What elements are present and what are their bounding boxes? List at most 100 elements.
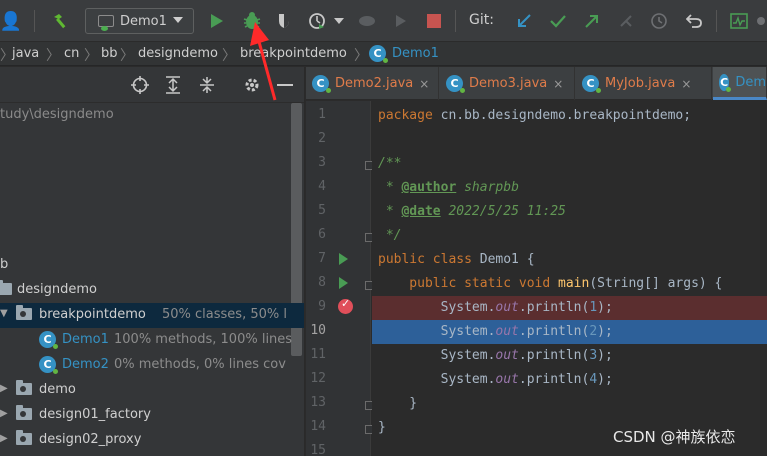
close-icon[interactable]: × [419,77,429,91]
chevron-right-icon[interactable]: ▶ [0,383,8,394]
breadcrumb-item[interactable]: bb [101,46,118,61]
line-number: 2 [318,131,326,146]
chevron-right-icon[interactable]: ▶ [0,433,8,444]
package-folder-icon [16,430,32,445]
attach-debugger-icon[interactable] [355,0,379,42]
run-method-gutter-icon[interactable] [339,277,348,289]
javadoc-close: */ [378,228,402,243]
breakpoint-icon[interactable] [338,297,353,314]
breadcrumb-item[interactable]: java [12,46,39,61]
stop-icon[interactable] [424,0,444,42]
tree-item-design02-proxy[interactable]: ▶ design02_proxy [0,428,290,453]
number-literal: 4 [589,372,598,387]
line-number: 7 [318,251,326,266]
javadoc-prefix: * [378,180,402,195]
close-icon[interactable]: × [553,77,563,91]
toolbar-divider [716,10,717,32]
tree-item-demo[interactable]: ▶ demo [0,378,290,403]
class-icon: C [39,331,58,349]
git-fetch-icon[interactable] [615,0,637,42]
locate-file-icon[interactable] [128,73,152,97]
line-number: 13 [310,395,326,410]
method-close-brace: } [378,396,418,411]
user-icon[interactable]: 👤 [0,0,22,42]
run-icon[interactable] [206,0,228,42]
expand-all-icon[interactable] [161,73,185,97]
code-line: } [372,392,767,416]
run-configuration-selector[interactable]: Demo1 [85,8,194,34]
line-number: 15 [310,443,326,456]
static-field: out [495,324,519,339]
class-icon: C [719,73,732,92]
tree-item-demo2[interactable]: C Demo2 0% methods, 0% lines cov [0,353,290,378]
rollback-icon[interactable] [683,0,705,42]
chevron-right-icon[interactable]: ▶ [0,408,8,419]
activity-monitor-icon[interactable] [728,0,750,42]
line-number: 6 [318,227,326,242]
line-number: 12 [310,371,326,386]
tab-demo1-java-active[interactable]: C Dem [713,67,767,100]
code-text: .println( [518,348,590,363]
tree-item-design01-factory[interactable]: ▶ design01_factory [0,403,290,428]
tab-myjob-java[interactable]: C MyJob.java × [576,67,712,100]
number-literal: 2 [589,324,598,339]
tab-label: MyJob.java [605,76,676,91]
git-update-icon[interactable] [513,0,535,42]
tree-item-label: design02_proxy [39,432,142,447]
profiler-icon[interactable] [305,0,329,42]
tab-label: Demo2.java [335,76,414,91]
code-line: * @author sharpbb [372,176,767,200]
close-icon[interactable]: × [681,77,691,91]
code-line-breakpoint: System.out.println(1); [372,296,767,320]
overflow-icon[interactable] [755,0,767,42]
tree-item-label: Demo1 [62,332,109,347]
more-run-options-chevron-icon[interactable] [331,0,347,42]
package-folder-icon [16,380,32,395]
breadcrumb-separator: 〉 [84,48,98,64]
main-toolbar: 👤 Demo1 Git: [0,0,767,42]
git-push-icon[interactable] [581,0,603,42]
resume-icon[interactable] [391,0,411,42]
breadcrumb-item[interactable]: designdemo [138,46,218,61]
tab-demo2-java[interactable]: C Demo2.java × [306,67,439,100]
tree-item-designdemo[interactable]: designdemo [0,278,290,303]
tree-item-breakpointdemo[interactable]: ▼ breakpointdemo 50% classes, 50% l [0,303,304,328]
build-hammer-icon[interactable] [46,0,74,42]
tree-item-label: design01_factory [39,407,151,422]
line-number: 3 [318,155,326,170]
line-number: 1 [318,107,326,122]
run-class-gutter-icon[interactable] [339,253,348,265]
tree-item-demo1[interactable]: C Demo1 100% methods, 100% lines [0,328,292,353]
class-icon: C [369,45,388,63]
code-text: .println( [518,300,590,315]
line-number-current: 10 [310,323,326,338]
code-line: System.out.println(4); [372,368,767,392]
tree-item-label: designdemo [17,282,97,297]
code-text: ); [597,324,613,339]
coverage-summary: 50% classes, 50% l [162,307,287,322]
tree-item-package[interactable]: b [0,253,290,278]
history-clock-icon[interactable] [648,0,670,42]
breadcrumb: 〉 java 〉 cn 〉 bb 〉 designdemo 〉 breakpoi… [0,42,767,66]
javadoc-value: sharpbb [456,180,519,195]
code-line: public class Demo1 { [372,248,767,272]
run-config-label: Demo1 [120,13,167,29]
code-text: System. [378,300,496,315]
breadcrumb-item[interactable]: cn [64,46,79,61]
code-text: ); [597,300,613,315]
breadcrumb-item-current[interactable]: Demo1 [392,46,439,61]
chevron-down-icon [173,17,183,23]
annotation-arrow-icon [250,22,277,101]
code-text: System. [378,348,496,363]
package-folder-icon [16,405,32,420]
collapse-all-icon[interactable] [195,73,219,97]
chevron-down-icon[interactable]: ▼ [0,308,8,319]
keyword: package [378,108,433,123]
keyword: public class [378,252,472,267]
code-line: package cn.bb.designdemo.breakpointdemo; [372,104,767,128]
code-editor[interactable]: package cn.bb.designdemo.breakpointdemo;… [372,101,767,456]
tab-demo3-java[interactable]: C Demo3.java × [440,67,575,100]
line-number: 11 [310,347,326,362]
folder-icon [0,280,12,295]
git-commit-check-icon[interactable] [547,0,569,42]
